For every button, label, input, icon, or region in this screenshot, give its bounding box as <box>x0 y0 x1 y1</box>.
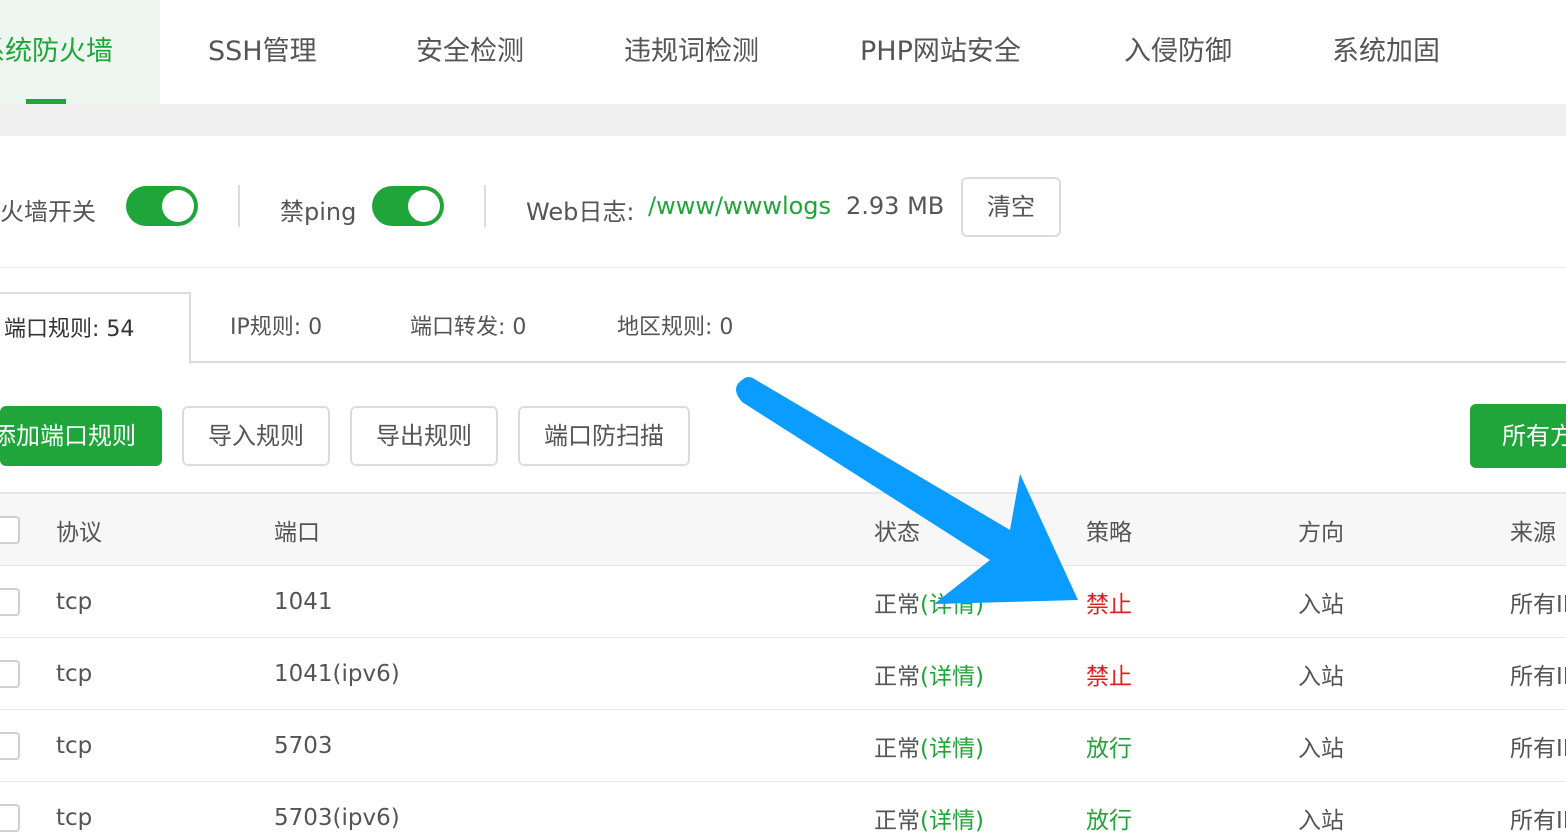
port-cell: 1041(ipv6) <box>274 660 400 687</box>
divider <box>238 185 240 227</box>
status-detail-link[interactable]: (详情) <box>920 808 984 832</box>
status-detail-link[interactable]: (详情) <box>920 592 984 618</box>
table-row: tcp 5703(ipv6) 正常(详情) 放行 入站 所有IP <box>0 782 1566 832</box>
rule-tabs: 端口规则: 54 IP规则: 0 端口转发: 0 地区规则: 0 <box>0 292 1566 365</box>
col-policy: 策略 <box>1086 519 1132 546</box>
source-cell: 所有IP <box>1510 663 1566 690</box>
firewall-switch-label: 防火墙开关 <box>0 198 96 226</box>
protocol-cell: tcp <box>56 660 93 687</box>
direction-cell: 入站 <box>1298 663 1344 690</box>
source-cell: 所有IP <box>1510 735 1566 762</box>
table-row: tcp 1041(ipv6) 正常(详情) 禁止 入站 所有IP <box>0 638 1566 710</box>
col-protocol: 协议 <box>56 519 102 546</box>
protocol-cell: tcp <box>56 804 93 831</box>
weblog-path-link[interactable]: /www/wwwlogs <box>648 192 831 220</box>
direction-cell: 入站 <box>1298 807 1344 832</box>
ping-label: 禁ping <box>280 198 357 226</box>
weblog-label: Web日志: <box>526 198 635 226</box>
direction-filter-button[interactable]: 所有方 <box>1470 404 1566 468</box>
clear-log-button[interactable]: 清空 <box>961 177 1061 237</box>
port-cell: 1041 <box>274 588 333 615</box>
add-port-rule-button[interactable]: 添加端口规则 <box>0 406 162 466</box>
policy-cell: 放行 <box>1086 807 1132 832</box>
row-checkbox[interactable] <box>0 587 20 616</box>
tab-php-security[interactable]: PHP网站安全 <box>860 0 1021 104</box>
tab-region-rules[interactable]: 地区规则: 0 <box>617 292 733 363</box>
col-port: 端口 <box>274 519 320 546</box>
status-text: 正常 <box>874 735 920 762</box>
source-cell: 所有IP <box>1510 591 1566 618</box>
table-row: tcp 5703 正常(详情) 放行 入站 所有IP <box>0 710 1566 782</box>
ping-toggle[interactable] <box>372 186 444 226</box>
status-cell: 正常(详情) <box>874 801 984 832</box>
direction-cell: 入站 <box>1298 735 1344 762</box>
port-cell: 5703 <box>274 732 333 759</box>
protocol-cell: tcp <box>56 588 93 615</box>
status-cell: 正常(详情) <box>874 585 984 619</box>
status-detail-link[interactable]: (详情) <box>920 664 984 690</box>
direction-cell: 入站 <box>1298 591 1344 618</box>
tab-intrusion-defense[interactable]: 入侵防御 <box>1124 0 1232 104</box>
import-rules-button[interactable]: 导入规则 <box>182 406 330 466</box>
col-direction: 方向 <box>1298 519 1344 546</box>
firewall-toolbar: 防火墙开关 禁ping Web日志: /www/wwwlogs 2.93 MB … <box>0 136 1566 268</box>
status-text: 正常 <box>874 807 920 832</box>
tab-violation-words[interactable]: 违规词检测 <box>624 0 759 104</box>
toggle-knob <box>408 190 440 222</box>
toggle-knob <box>162 190 194 222</box>
col-source: 来源 <box>1510 519 1556 546</box>
policy-cell: 禁止 <box>1086 663 1132 690</box>
policy-cell: 禁止 <box>1086 591 1132 618</box>
tab-port-forward[interactable]: 端口转发: 0 <box>410 292 526 363</box>
top-nav: 系统防火墙 SSH管理 安全检测 违规词检测 PHP网站安全 入侵防御 系统加固 <box>0 0 1566 104</box>
tab-security-check[interactable]: 安全检测 <box>416 0 524 104</box>
section-divider <box>0 104 1566 136</box>
status-cell: 正常(详情) <box>874 729 984 763</box>
protocol-cell: tcp <box>56 732 93 759</box>
export-rules-button[interactable]: 导出规则 <box>350 406 498 466</box>
tab-system-firewall[interactable]: 系统防火墙 <box>0 0 160 104</box>
weblog-size: 2.93 MB <box>846 192 945 220</box>
firewall-toggle[interactable] <box>126 186 198 226</box>
tab-ssh[interactable]: SSH管理 <box>208 0 317 104</box>
policy-cell: 放行 <box>1086 735 1132 762</box>
col-status: 状态 <box>874 519 920 546</box>
select-all-checkbox[interactable] <box>0 515 20 544</box>
row-checkbox[interactable] <box>0 659 20 688</box>
tab-system-hardening[interactable]: 系统加固 <box>1332 0 1440 104</box>
divider <box>484 185 486 227</box>
row-checkbox[interactable] <box>0 803 20 832</box>
status-text: 正常 <box>874 663 920 690</box>
row-checkbox[interactable] <box>0 731 20 760</box>
tab-port-rules[interactable]: 端口规则: 54 <box>0 292 191 365</box>
status-cell: 正常(详情) <box>874 657 984 691</box>
table-row: tcp 1041 正常(详情) 禁止 入站 所有IP <box>0 566 1566 638</box>
status-text: 正常 <box>874 591 920 618</box>
tab-ip-rules[interactable]: IP规则: 0 <box>230 292 322 363</box>
port-cell: 5703(ipv6) <box>274 804 400 831</box>
source-cell: 所有IP <box>1510 807 1566 832</box>
port-anti-scan-button[interactable]: 端口防扫描 <box>518 406 690 466</box>
table-header: 协议 端口 状态 策略 方向 来源 <box>0 492 1566 566</box>
status-detail-link[interactable]: (详情) <box>920 736 984 762</box>
